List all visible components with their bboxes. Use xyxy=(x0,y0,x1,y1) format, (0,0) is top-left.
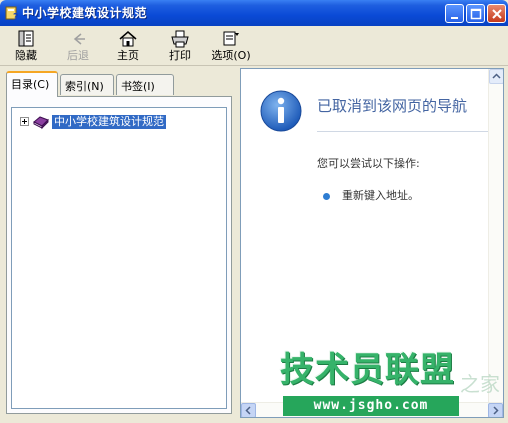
close-icon xyxy=(492,9,502,19)
contents-tree[interactable]: 中小学校建筑设计规范 xyxy=(11,107,227,409)
watermark-url: www.jsgho.com xyxy=(283,396,459,416)
scroll-right-button[interactable] xyxy=(488,403,503,417)
back-label: 后退 xyxy=(67,49,89,62)
watermark-brand: 技术员联盟 xyxy=(280,350,455,390)
page-title: 已取消到该网页的导航 xyxy=(317,97,468,115)
action-retype-address: 重新键入地址。 xyxy=(342,189,419,202)
tab-index[interactable]: 索引(N) xyxy=(60,74,114,95)
home-icon xyxy=(119,31,137,47)
window-title: 中小学校建筑设计规范 xyxy=(22,6,148,20)
print-button[interactable]: 打印 xyxy=(166,29,194,63)
tab-index-label: 索引(N) xyxy=(65,80,104,93)
tab-contents-label: 目录(C) xyxy=(11,78,50,91)
home-label: 主页 xyxy=(117,49,139,62)
hint-text: 您可以尝试以下操作: xyxy=(317,157,420,170)
scroll-left-button[interactable] xyxy=(241,403,256,417)
back-arrow-icon xyxy=(73,33,85,45)
tab-bookmarks-label: 书签(I) xyxy=(121,80,155,93)
close-button[interactable] xyxy=(487,4,506,23)
vertical-scrollbar[interactable] xyxy=(488,69,503,402)
hide-pane-icon xyxy=(18,30,34,47)
chevron-up-icon xyxy=(492,73,501,79)
home-button[interactable]: 主页 xyxy=(114,29,142,63)
minimize-button[interactable] xyxy=(445,4,464,23)
printer-icon xyxy=(171,30,189,48)
chevron-right-icon xyxy=(493,406,499,415)
expand-plus-icon[interactable] xyxy=(20,117,29,126)
scroll-up-button[interactable] xyxy=(489,69,503,84)
tree-item-label: 中小学校建筑设计规范 xyxy=(52,115,166,129)
watermark-side: 之家 xyxy=(460,372,500,396)
help-book-icon: ? xyxy=(5,6,19,21)
maximize-icon xyxy=(470,8,482,20)
title-bar[interactable]: ? 中小学校建筑设计规范 xyxy=(0,0,508,26)
svg-text:?: ? xyxy=(13,12,19,21)
navigation-pane: 目录(C) 索引(N) 书签(I) 中小学校建筑设计规范 xyxy=(2,68,236,418)
hide-label: 隐藏 xyxy=(15,49,37,62)
options-button[interactable]: 选项(O) xyxy=(210,29,252,63)
hide-button[interactable]: 隐藏 xyxy=(12,29,40,63)
maximize-button[interactable] xyxy=(466,4,485,23)
minimize-icon xyxy=(451,17,458,19)
options-label: 选项(O) xyxy=(211,49,251,62)
chevron-left-icon xyxy=(245,406,251,415)
print-label: 打印 xyxy=(169,49,191,62)
bullet-icon xyxy=(323,193,330,200)
book-icon xyxy=(33,116,49,130)
contents-panel: 中小学校建筑设计规范 xyxy=(6,96,232,414)
divider xyxy=(317,131,492,132)
toolbar: 隐藏 后退 主页 打印 选项(O) xyxy=(0,26,508,66)
tab-contents[interactable]: 目录(C) xyxy=(6,71,58,97)
back-button[interactable]: 后退 xyxy=(64,29,92,63)
tab-bookmarks[interactable]: 书签(I) xyxy=(116,74,174,95)
info-icon xyxy=(260,90,302,132)
options-icon xyxy=(223,31,239,46)
